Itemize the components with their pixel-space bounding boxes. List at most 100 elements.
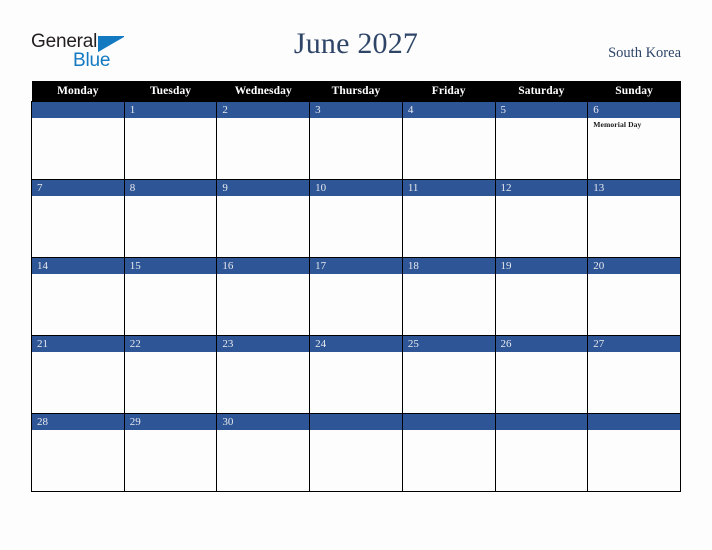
day-number: 8 (124, 180, 217, 196)
day-number: 12 (495, 180, 588, 196)
day-cell-inner: 25 (402, 336, 495, 413)
calendar-day-cell[interactable]: 10 (309, 179, 403, 258)
day-cell-inner: 3 (310, 102, 402, 179)
calendar-day-cell[interactable]: 30 (216, 413, 311, 492)
calendar-day-cell[interactable]: 8 (123, 179, 218, 258)
calendar-day-cell[interactable] (587, 413, 681, 492)
day-number: 6 (588, 102, 680, 118)
calendar-day-cell[interactable]: 4 (401, 101, 496, 180)
day-cell-inner: 18 (402, 258, 495, 335)
calendar-day-cell[interactable]: 29 (123, 413, 218, 492)
day-events (403, 430, 495, 432)
calendar-day-cell[interactable]: 12 (494, 179, 589, 258)
day-number: 14 (32, 258, 124, 274)
calendar-day-cell[interactable] (309, 413, 403, 492)
day-events (496, 352, 588, 354)
calendar-week-row: 28 29 30 (31, 413, 681, 492)
day-events (125, 196, 217, 198)
day-number: 25 (402, 336, 495, 352)
day-number: 15 (124, 258, 217, 274)
calendar-day-cell[interactable] (401, 413, 496, 492)
day-number: 27 (588, 336, 680, 352)
calendar-week-row: 21 22 23 24 25 26 27 (31, 335, 681, 414)
day-cell-inner: 6 Memorial Day (588, 102, 680, 179)
day-events (588, 274, 680, 276)
day-number (32, 102, 124, 118)
day-cell-inner: 5 (495, 102, 588, 179)
day-cell-inner (32, 102, 124, 179)
day-number: 26 (495, 336, 588, 352)
page-header: General Blue June 2027 South Korea (0, 0, 712, 80)
calendar-day-cell[interactable]: 3 (309, 101, 403, 180)
day-events (588, 430, 680, 432)
day-events (217, 352, 309, 354)
calendar-day-cell[interactable]: 14 (31, 257, 125, 336)
day-cell-inner: 14 (32, 258, 124, 335)
calendar-day-cell[interactable]: 6 Memorial Day (587, 101, 681, 180)
calendar-day-cell[interactable]: 2 (216, 101, 311, 180)
weekday-header-monday: Monday (31, 81, 125, 102)
day-events (125, 274, 217, 276)
calendar-body: 1 2 3 4 5 6 Memorial Day 7 8 9 10 11 12 13 14 15 16 17 18 1… (31, 101, 681, 492)
calendar-day-cell[interactable]: 28 (31, 413, 125, 492)
day-cell-inner: 15 (124, 258, 217, 335)
day-cell-inner: 26 (495, 336, 588, 413)
day-events (310, 274, 402, 276)
calendar-day-cell[interactable]: 16 (216, 257, 311, 336)
day-events (32, 274, 124, 276)
day-cell-inner: 30 (217, 414, 310, 491)
calendar-day-cell[interactable]: 25 (401, 335, 496, 414)
calendar-day-cell[interactable]: 1 (123, 101, 218, 180)
day-cell-inner: 28 (32, 414, 124, 491)
calendar-day-cell[interactable]: 15 (123, 257, 218, 336)
day-events (217, 118, 309, 120)
calendar-day-cell[interactable]: 18 (401, 257, 496, 336)
day-events (125, 352, 217, 354)
day-cell-inner: 17 (310, 258, 402, 335)
day-number: 30 (217, 414, 310, 430)
calendar-day-cell[interactable]: 24 (309, 335, 403, 414)
calendar-day-cell[interactable] (494, 413, 589, 492)
day-events: Memorial Day (588, 118, 680, 129)
day-events (588, 352, 680, 354)
day-cell-inner: 23 (217, 336, 310, 413)
day-number: 22 (124, 336, 217, 352)
day-events (32, 118, 124, 120)
calendar-day-cell[interactable]: 13 (587, 179, 681, 258)
calendar-day-cell[interactable]: 23 (216, 335, 311, 414)
calendar-day-cell[interactable]: 27 (587, 335, 681, 414)
calendar-day-cell[interactable]: 22 (123, 335, 218, 414)
calendar-day-cell[interactable]: 11 (401, 179, 496, 258)
day-number (588, 414, 680, 430)
weekday-header-saturday: Saturday (495, 81, 588, 102)
calendar-grid: Monday Tuesday Wednesday Thursday Friday… (31, 81, 681, 492)
weekday-header-tuesday: Tuesday (124, 81, 217, 102)
day-events (125, 118, 217, 120)
calendar-day-cell[interactable]: 5 (494, 101, 589, 180)
day-number (402, 414, 495, 430)
calendar-day-cell[interactable]: 26 (494, 335, 589, 414)
day-cell-inner: 2 (217, 102, 310, 179)
calendar-day-cell[interactable]: 17 (309, 257, 403, 336)
day-events (217, 196, 309, 198)
calendar-day-cell[interactable]: 21 (31, 335, 125, 414)
day-cell-inner: 19 (495, 258, 588, 335)
calendar-day-cell[interactable]: 7 (31, 179, 125, 258)
calendar-day-cell[interactable]: 19 (494, 257, 589, 336)
day-events (217, 274, 309, 276)
day-events (496, 118, 588, 120)
calendar-day-cell[interactable]: 9 (216, 179, 311, 258)
day-events (217, 430, 309, 432)
day-number: 19 (495, 258, 588, 274)
calendar-day-cell[interactable]: 20 (587, 257, 681, 336)
day-cell-inner: 12 (495, 180, 588, 257)
day-number: 4 (402, 102, 495, 118)
day-cell-inner: 1 (124, 102, 217, 179)
day-events (310, 118, 402, 120)
calendar-week-row: 1 2 3 4 5 6 Memorial Day (31, 101, 681, 180)
calendar-day-cell[interactable] (31, 101, 125, 180)
day-cell-inner: 29 (124, 414, 217, 491)
day-events (496, 430, 588, 432)
day-number: 5 (495, 102, 588, 118)
day-number (310, 414, 402, 430)
